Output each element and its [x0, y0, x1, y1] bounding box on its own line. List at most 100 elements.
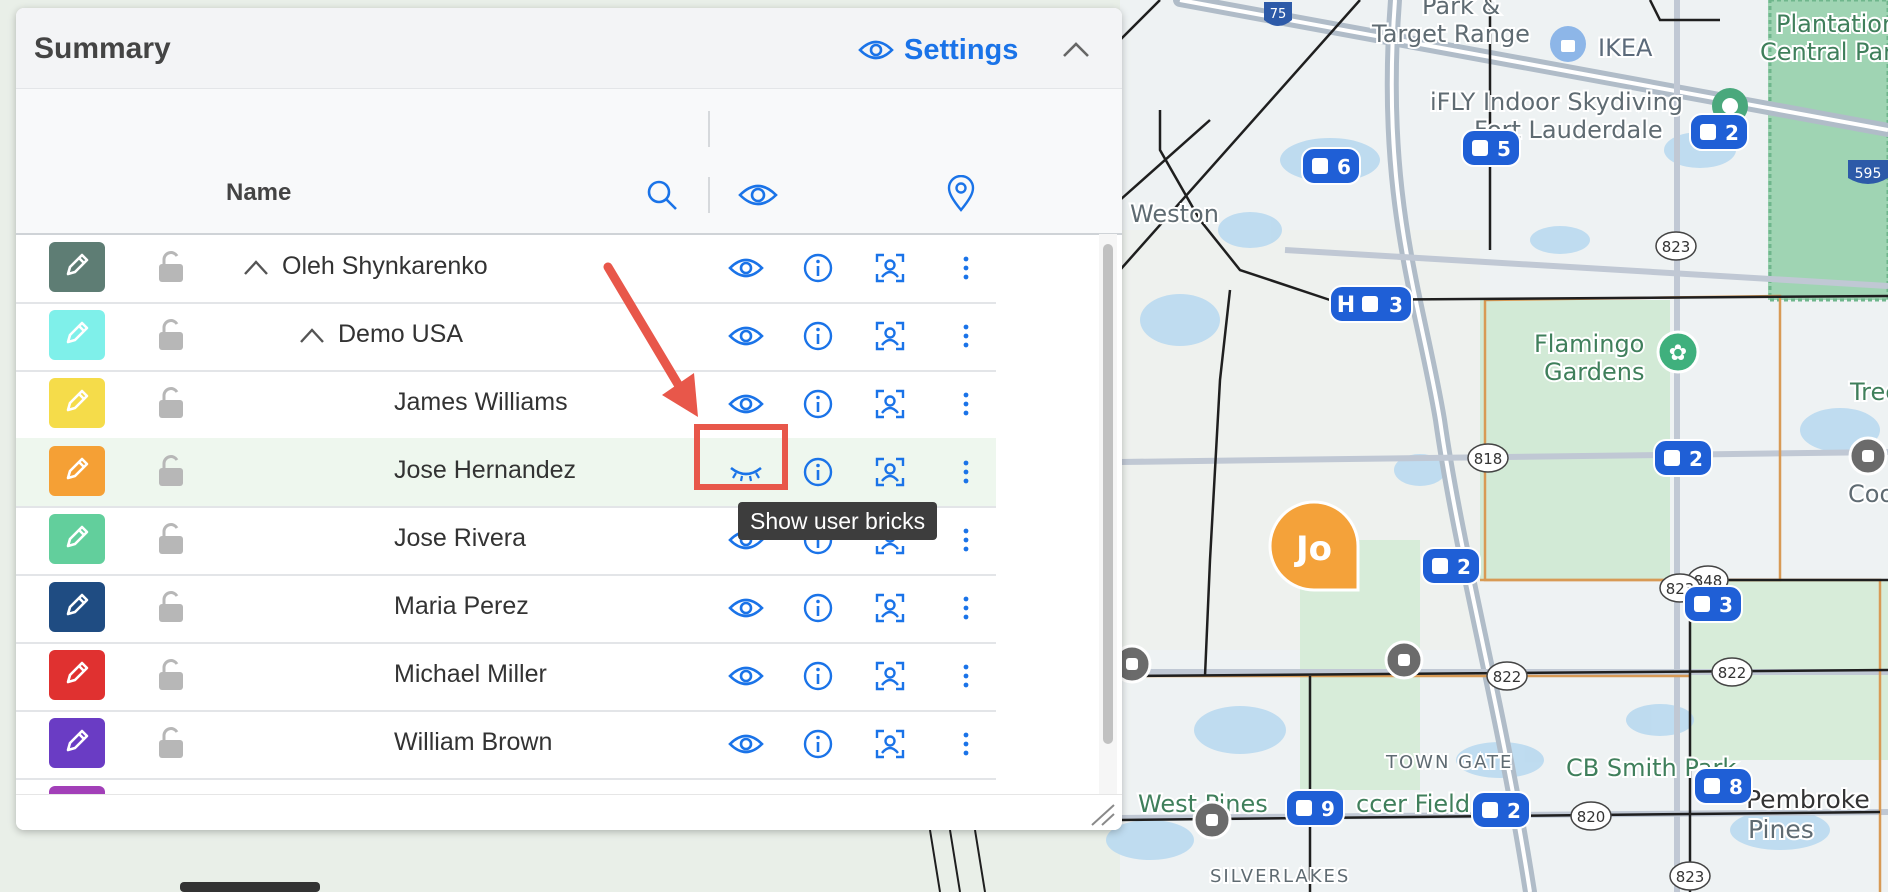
svg-text:822: 822 — [1718, 664, 1747, 682]
chevron-up-icon[interactable] — [242, 258, 270, 278]
list-item-maria-perez[interactable]: Maria Perez — [16, 574, 996, 644]
svg-text:ccer Field: ccer Field — [1356, 790, 1470, 818]
pencil-icon — [62, 386, 92, 421]
info-icon[interactable] — [798, 724, 838, 764]
more-options-icon[interactable] — [956, 248, 976, 288]
panel-title: Summary — [34, 32, 171, 65]
chevron-up-icon[interactable] — [1056, 30, 1096, 70]
lock-icon[interactable] — [156, 658, 186, 692]
color-edit-button[interactable] — [49, 378, 105, 428]
lock-icon[interactable] — [156, 318, 186, 352]
lock-icon[interactable] — [156, 250, 186, 284]
user-marker[interactable]: Jo — [1268, 500, 1360, 592]
scrollbar[interactable] — [1099, 234, 1117, 794]
color-edit-button[interactable] — [49, 446, 105, 496]
user-focus-icon[interactable] — [870, 248, 910, 288]
lock-icon[interactable] — [156, 726, 186, 760]
svg-text:2: 2 — [1507, 799, 1521, 823]
lock-icon[interactable] — [156, 590, 186, 624]
color-edit-button[interactable] — [49, 582, 105, 632]
svg-text:2: 2 — [1689, 447, 1703, 471]
panel-footer — [16, 794, 1122, 830]
search-icon[interactable] — [644, 177, 680, 213]
more-options-icon[interactable] — [956, 316, 976, 356]
scrollbar-thumb[interactable] — [1103, 244, 1113, 744]
info-icon[interactable] — [798, 384, 838, 424]
info-icon[interactable] — [798, 248, 838, 288]
user-focus-icon[interactable] — [870, 588, 910, 628]
tooltip: Show user bricks — [738, 502, 938, 540]
more-options-icon[interactable] — [956, 384, 976, 424]
color-edit-button[interactable] — [49, 242, 105, 292]
lock-icon[interactable] — [156, 522, 186, 556]
user-focus-icon[interactable] — [870, 316, 910, 356]
more-options-icon[interactable] — [956, 520, 976, 560]
list-item-demo-usa[interactable]: Demo USA — [16, 302, 996, 372]
more-options-icon[interactable] — [956, 724, 976, 764]
svg-text:595: 595 — [1855, 166, 1882, 182]
eye-icon[interactable] — [722, 248, 770, 288]
more-options-icon[interactable] — [956, 452, 976, 492]
svg-text:iFLY Indoor Skydiving: iFLY Indoor Skydiving — [1430, 88, 1683, 116]
info-icon[interactable] — [798, 452, 838, 492]
more-options-icon[interactable] — [956, 656, 976, 696]
user-focus-icon[interactable] — [870, 452, 910, 492]
svg-text:✿: ✿ — [1669, 341, 1687, 366]
column-divider — [708, 111, 710, 147]
svg-text:Coo: Coo — [1848, 480, 1888, 508]
row-name: Michael Miller — [394, 660, 547, 688]
svg-text:H: H — [1337, 293, 1355, 318]
svg-text:822: 822 — [1493, 668, 1522, 686]
list-item-michael-miller[interactable]: Michael Miller — [16, 642, 996, 712]
list-item-james-williams[interactable]: James Williams — [16, 370, 996, 440]
location-pin-icon[interactable] — [944, 175, 978, 213]
ikea-pin[interactable] — [1550, 26, 1586, 62]
svg-text:Tree: Tree — [1849, 378, 1888, 406]
pencil-icon — [62, 250, 92, 285]
svg-text:3: 3 — [1719, 593, 1733, 617]
info-icon[interactable] — [798, 656, 838, 696]
svg-text:8: 8 — [1729, 775, 1743, 799]
eye-icon[interactable] — [722, 724, 770, 764]
eye-icon[interactable] — [722, 656, 770, 696]
color-edit-button[interactable] — [49, 514, 105, 564]
lock-icon[interactable] — [156, 454, 186, 488]
lock-icon[interactable] — [156, 386, 186, 420]
summary-panel: Summary Settings Name Oleh Shynkarenko D… — [16, 8, 1122, 830]
eye-icon[interactable] — [722, 316, 770, 356]
svg-text:3: 3 — [1389, 293, 1403, 317]
resize-handle-icon[interactable] — [1086, 803, 1116, 827]
eye-closed-icon[interactable] — [722, 452, 770, 492]
eye-icon[interactable] — [736, 177, 780, 213]
row-name: Maria Perez — [394, 592, 529, 620]
svg-text:Flamingo: Flamingo — [1534, 330, 1644, 358]
svg-text:Jo: Jo — [1294, 529, 1332, 569]
color-edit-button[interactable] — [49, 310, 105, 360]
svg-text:823: 823 — [1662, 238, 1691, 256]
user-focus-icon[interactable] — [870, 384, 910, 424]
list-item-partial[interactable] — [16, 778, 996, 794]
svg-text:5: 5 — [1497, 137, 1511, 161]
list-item-william-brown[interactable]: William Brown — [16, 710, 996, 780]
list-item-oleh-shynkarenko[interactable]: Oleh Shynkarenko — [16, 234, 996, 304]
chevron-up-icon[interactable] — [298, 326, 326, 346]
more-options-icon[interactable] — [956, 588, 976, 628]
color-edit-button[interactable] — [49, 786, 105, 794]
list-item-jose-hernandez[interactable]: Jose Hernandez — [16, 438, 996, 508]
svg-text:2: 2 — [1725, 121, 1739, 145]
pencil-icon — [62, 590, 92, 625]
color-edit-button[interactable] — [49, 650, 105, 700]
info-icon[interactable] — [798, 316, 838, 356]
eye-icon[interactable] — [722, 588, 770, 628]
user-focus-icon[interactable] — [870, 656, 910, 696]
svg-text:Central Park: Central Park — [1760, 38, 1888, 66]
eye-icon[interactable] — [722, 384, 770, 424]
info-icon[interactable] — [798, 588, 838, 628]
color-edit-button[interactable] — [49, 718, 105, 768]
row-name: Demo USA — [338, 320, 464, 348]
flamingo-gardens-pin[interactable]: ✿ — [1656, 330, 1700, 374]
svg-text:2: 2 — [1457, 555, 1471, 579]
row-name: William Brown — [394, 728, 553, 756]
user-focus-icon[interactable] — [870, 724, 910, 764]
settings-button[interactable]: Settings — [858, 30, 1018, 70]
